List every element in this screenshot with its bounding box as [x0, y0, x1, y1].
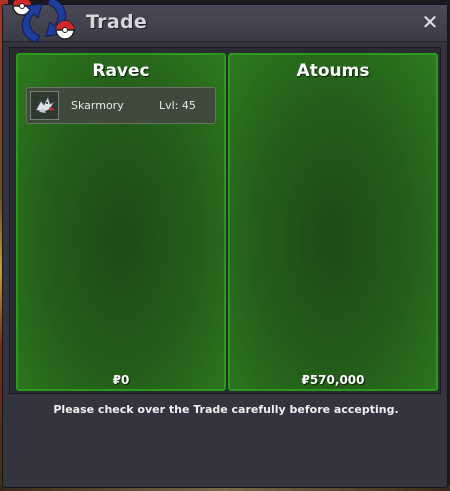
trade-arrows-pokeball-icon — [10, 0, 80, 46]
trade-window: Trade ✕ Ravec Skarmory Lvl: 45 ₽0 Atoums… — [2, 4, 448, 488]
right-trade-panel: Atoums ₽570,000 — [228, 53, 438, 391]
left-money-offer: ₽0 — [112, 373, 130, 387]
left-player-name: Ravec — [92, 61, 150, 81]
right-money-offer: ₽570,000 — [301, 373, 365, 387]
pokemon-name: Skarmory — [71, 99, 124, 112]
left-trade-panel: Ravec Skarmory Lvl: 45 ₽0 — [16, 53, 226, 391]
right-player-name: Atoums — [296, 61, 370, 81]
skarmory-sprite-icon — [30, 91, 59, 120]
window-title: Trade — [86, 11, 148, 33]
pokemon-level: Lvl: 45 — [159, 99, 196, 112]
close-button[interactable]: ✕ — [419, 11, 441, 33]
pokemon-slot[interactable]: Skarmory Lvl: 45 — [26, 87, 216, 124]
trade-notice: Please check over the Trade carefully be… — [53, 403, 399, 416]
